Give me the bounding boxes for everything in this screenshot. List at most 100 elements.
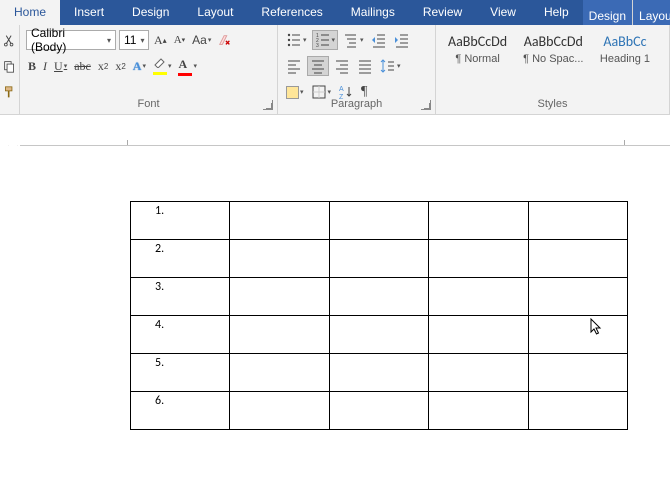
document-area: 1.2.3.4.5.6. — [0, 115, 670, 500]
font-group-label: Font — [20, 96, 277, 112]
change-case-button[interactable]: Aa▾ — [190, 30, 213, 50]
tab-tabletools-layout[interactable]: Layout — [633, 0, 670, 25]
table-cell[interactable] — [329, 202, 428, 240]
format-painter-button[interactable] — [1, 82, 18, 102]
tab-mailings[interactable]: Mailings — [337, 0, 409, 25]
font-name-combo[interactable]: Calibri (Body)▾ — [26, 30, 116, 50]
text-effects-button[interactable]: A▾ — [131, 56, 148, 76]
paragraph-group: ▾ 123▾ ▾ ▾ ▾ ▾ AZ ¶ Paragraph — [278, 25, 436, 114]
style-name: ¶ No Spac... — [523, 53, 583, 65]
highlight-button[interactable]: ▾ — [151, 56, 174, 76]
table-cell[interactable] — [528, 354, 627, 392]
justify-button[interactable] — [355, 56, 375, 76]
table-cell[interactable] — [528, 240, 627, 278]
italic-button[interactable]: I — [41, 56, 49, 76]
table-cell[interactable]: 2. — [131, 240, 230, 278]
table-cell[interactable] — [230, 392, 329, 430]
style-name: ¶ Normal — [448, 53, 507, 65]
paragraph-group-label: Paragraph — [278, 96, 435, 112]
ribbon: Calibri (Body)▾ 11▾ A▴ A▾ Aa▾ B I U▾ abc… — [0, 25, 670, 115]
decrease-indent-button[interactable] — [369, 30, 389, 50]
copy-button[interactable] — [1, 56, 18, 76]
table-cell[interactable] — [230, 278, 329, 316]
table-row[interactable]: 1. — [131, 202, 628, 240]
style-preview: AaBbCcDd — [523, 33, 583, 50]
tab-references[interactable]: References — [247, 0, 336, 25]
font-size-value: 11 — [124, 33, 136, 47]
tab-review[interactable]: Review — [409, 0, 476, 25]
tab-design[interactable]: Design — [118, 0, 183, 25]
table-cell[interactable] — [528, 202, 627, 240]
table-row[interactable]: 4. — [131, 316, 628, 354]
table-cell[interactable] — [329, 316, 428, 354]
style-swatch-2[interactable]: AaBbCc Heading 1 — [593, 29, 656, 69]
tab-home[interactable]: Home — [0, 0, 60, 25]
multilevel-list-button[interactable]: ▾ — [341, 30, 366, 50]
svg-text:A: A — [339, 86, 344, 93]
bullets-button[interactable]: ▾ — [284, 30, 309, 50]
table-cell[interactable] — [329, 278, 428, 316]
align-center-button[interactable] — [307, 56, 329, 76]
table-cell[interactable] — [429, 278, 528, 316]
table-cell[interactable] — [329, 354, 428, 392]
table-cell[interactable] — [429, 240, 528, 278]
table-cell[interactable] — [230, 240, 329, 278]
font-group: Calibri (Body)▾ 11▾ A▴ A▾ Aa▾ B I U▾ abc… — [20, 25, 278, 114]
ribbon-tabs: Home Insert Design Layout References Mai… — [0, 0, 670, 25]
tab-help[interactable]: Help — [530, 0, 583, 25]
table-cell[interactable] — [528, 392, 627, 430]
table-cell[interactable] — [230, 316, 329, 354]
page[interactable]: 1.2.3.4.5.6. — [20, 145, 670, 430]
align-left-button[interactable] — [284, 56, 304, 76]
clear-formatting-button[interactable] — [216, 30, 234, 50]
document-table[interactable]: 1.2.3.4.5.6. — [130, 201, 628, 430]
table-cell[interactable]: 4. — [131, 316, 230, 354]
cut-button[interactable] — [1, 30, 18, 50]
font-size-combo[interactable]: 11▾ — [119, 30, 149, 50]
superscript-button[interactable]: x2 — [113, 56, 127, 76]
table-cell[interactable] — [528, 316, 627, 354]
table-cell[interactable] — [329, 240, 428, 278]
table-cell[interactable]: 6. — [131, 392, 230, 430]
table-row[interactable]: 5. — [131, 354, 628, 392]
table-cell[interactable] — [429, 354, 528, 392]
style-preview: AaBbCc — [599, 33, 650, 50]
tab-tabletools-design[interactable]: Design — [583, 0, 633, 25]
table-row[interactable]: 2. — [131, 240, 628, 278]
table-cell[interactable]: 1. — [131, 202, 230, 240]
style-name: Heading 1 — [599, 53, 650, 65]
increase-indent-button[interactable] — [392, 30, 412, 50]
strikethrough-button[interactable]: abc — [72, 56, 93, 76]
tab-insert[interactable]: Insert — [60, 0, 118, 25]
underline-button[interactable]: U▾ — [52, 56, 69, 76]
style-preview: AaBbCcDd — [448, 33, 507, 50]
font-name-value: Calibri (Body) — [31, 26, 103, 54]
font-color-button[interactable]: A▾ — [176, 56, 199, 76]
tab-view[interactable]: View — [476, 0, 530, 25]
subscript-button[interactable]: x2 — [96, 56, 110, 76]
numbering-button[interactable]: 123▾ — [312, 30, 339, 50]
svg-text:3: 3 — [316, 43, 319, 48]
table-cell[interactable] — [230, 354, 329, 392]
styles-group: AaBbCcDd¶ NormalAaBbCcDd¶ No Spac...AaBb… — [436, 25, 670, 114]
table-cell[interactable] — [429, 392, 528, 430]
table-cell[interactable] — [329, 392, 428, 430]
style-swatch-1[interactable]: AaBbCcDd ¶ No Spac... — [517, 29, 589, 69]
table-cell[interactable] — [230, 202, 329, 240]
align-right-button[interactable] — [332, 56, 352, 76]
line-spacing-button[interactable]: ▾ — [378, 56, 403, 76]
style-swatch-0[interactable]: AaBbCcDd ¶ Normal — [442, 29, 513, 69]
table-cell[interactable] — [528, 278, 627, 316]
table-cell[interactable] — [429, 202, 528, 240]
table-row[interactable]: 6. — [131, 392, 628, 430]
table-row[interactable]: 3. — [131, 278, 628, 316]
paragraph-dialog-launcher[interactable] — [421, 100, 431, 110]
grow-font-button[interactable]: A▴ — [152, 30, 169, 50]
tab-layout[interactable]: Layout — [183, 0, 247, 25]
table-cell[interactable]: 5. — [131, 354, 230, 392]
shrink-font-button[interactable]: A▾ — [172, 30, 187, 50]
table-cell[interactable]: 3. — [131, 278, 230, 316]
table-cell[interactable] — [429, 316, 528, 354]
font-dialog-launcher[interactable] — [263, 100, 273, 110]
bold-button[interactable]: B — [26, 56, 38, 76]
